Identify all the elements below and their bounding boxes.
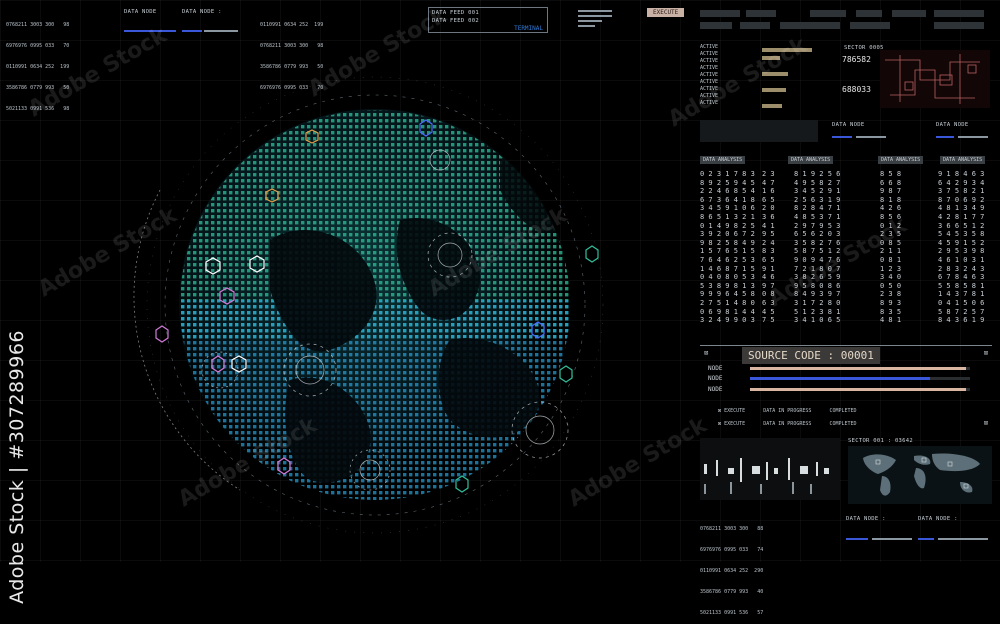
mini-data-rows: DATA NODE DATA NODE (700, 120, 992, 146)
close-icon[interactable]: ⊠ (704, 349, 708, 357)
progress-bar (918, 538, 934, 540)
world-map-mini (848, 446, 992, 504)
terminal-label: TERMINAL (514, 25, 543, 32)
column-header: DATA ANALYSIS (788, 156, 834, 164)
node-label: NODE (708, 365, 723, 372)
progress-track (872, 538, 912, 540)
circuit-map (880, 50, 990, 108)
number-row: 0768211 3003 300 98 (260, 43, 324, 49)
top-left-number-block: 0768211 3003 300 98 6976976 0995 033 70 … (6, 8, 69, 120)
node-label: NODE (708, 386, 723, 393)
sector-bottom-label: SECTOR 001 : 03642 (848, 438, 914, 444)
progress-track (204, 30, 238, 32)
progress-bar (182, 30, 202, 32)
number-row: 3586786 0779 993 40 (700, 589, 764, 595)
node-progress-fill (750, 367, 966, 370)
number-row: 6976976 0995 033 70 (6, 43, 70, 49)
node-progress-track (750, 367, 970, 370)
data-analysis-columns: DATA ANALYSIS DATA ANALYSIS DATA ANALYSI… (700, 156, 986, 325)
number-row: 3586786 0779 993 50 (6, 85, 70, 91)
data-node-label: DATA NODE : (918, 516, 958, 522)
number-row: 6976976 0995 033 74 (700, 547, 764, 553)
second-status-strip (700, 22, 992, 32)
progress-bar (846, 538, 868, 540)
signal-graph-panel (700, 438, 840, 500)
data-node-label-2: DATA NODE : (182, 9, 222, 15)
node-progress-fill (750, 388, 966, 391)
node-progress-track (750, 377, 970, 380)
counter-a: 786582 (842, 55, 871, 64)
sector-label: SECTOR 0005 (844, 45, 884, 51)
data-node-label: DATA NODE : (846, 516, 886, 522)
node-progress-track (750, 388, 970, 391)
data-node-label: DATA NODE (124, 9, 157, 15)
continents (180, 110, 570, 500)
number-row: 5021133 0991 536 57 (700, 610, 764, 616)
active-rows: ACTIVE ACTIVE ACTIVE ACTIVE ACTIVE ACTIV… (700, 44, 835, 114)
number-row: 0110991 0634 252 199 (260, 22, 324, 28)
node-label: NODE (708, 375, 723, 382)
number-row: 0768211 3003 300 88 (700, 526, 764, 532)
column-header: DATA ANALYSIS (878, 156, 924, 164)
number-row: 5021133 0991 536 98 (6, 106, 70, 112)
signal-bars (704, 458, 829, 494)
execute-status-row: ⊠ EXECUTE DATA IN PROGRESS COMPLETED (718, 421, 857, 427)
data-feed-2-label: DATA FEED 002 (432, 18, 479, 24)
close-icon[interactable]: ⊠ (984, 419, 988, 427)
source-code-panel: ⊠ SOURCE CODE : 00001 ⊠ NODE NODE NODE ⊠… (700, 345, 992, 433)
close-icon[interactable]: ⊠ (984, 349, 988, 357)
hologram-globe (133, 76, 604, 534)
level-bars (578, 10, 612, 27)
column-header: DATA ANALYSIS (700, 156, 746, 164)
column-header: DATA ANALYSIS (940, 156, 986, 164)
progress-bar (124, 30, 176, 32)
top-status-strip (700, 10, 992, 20)
number-row: 0110991 0634 252 290 (700, 568, 764, 574)
number-row: 0768211 3003 300 98 (6, 22, 70, 28)
data-feed-panel: DATA FEED 001 DATA FEED 002 TERMINAL (428, 7, 548, 33)
source-code-title: SOURCE CODE : 00001 (742, 347, 880, 364)
execute-button[interactable]: EXECUTE (647, 8, 685, 17)
data-feed-1-label: DATA FEED 001 (432, 10, 479, 16)
node-progress-fill (750, 377, 931, 380)
counter-b: 688033 (842, 85, 871, 94)
number-row: 0110991 0634 252 199 (6, 64, 70, 70)
progress-track (938, 538, 988, 540)
stock-id: Adobe Stock | #307289966 (6, 330, 28, 604)
bottom-right-number-block: 0768211 3003 300 88 6976976 0995 033 74 … (700, 512, 763, 624)
